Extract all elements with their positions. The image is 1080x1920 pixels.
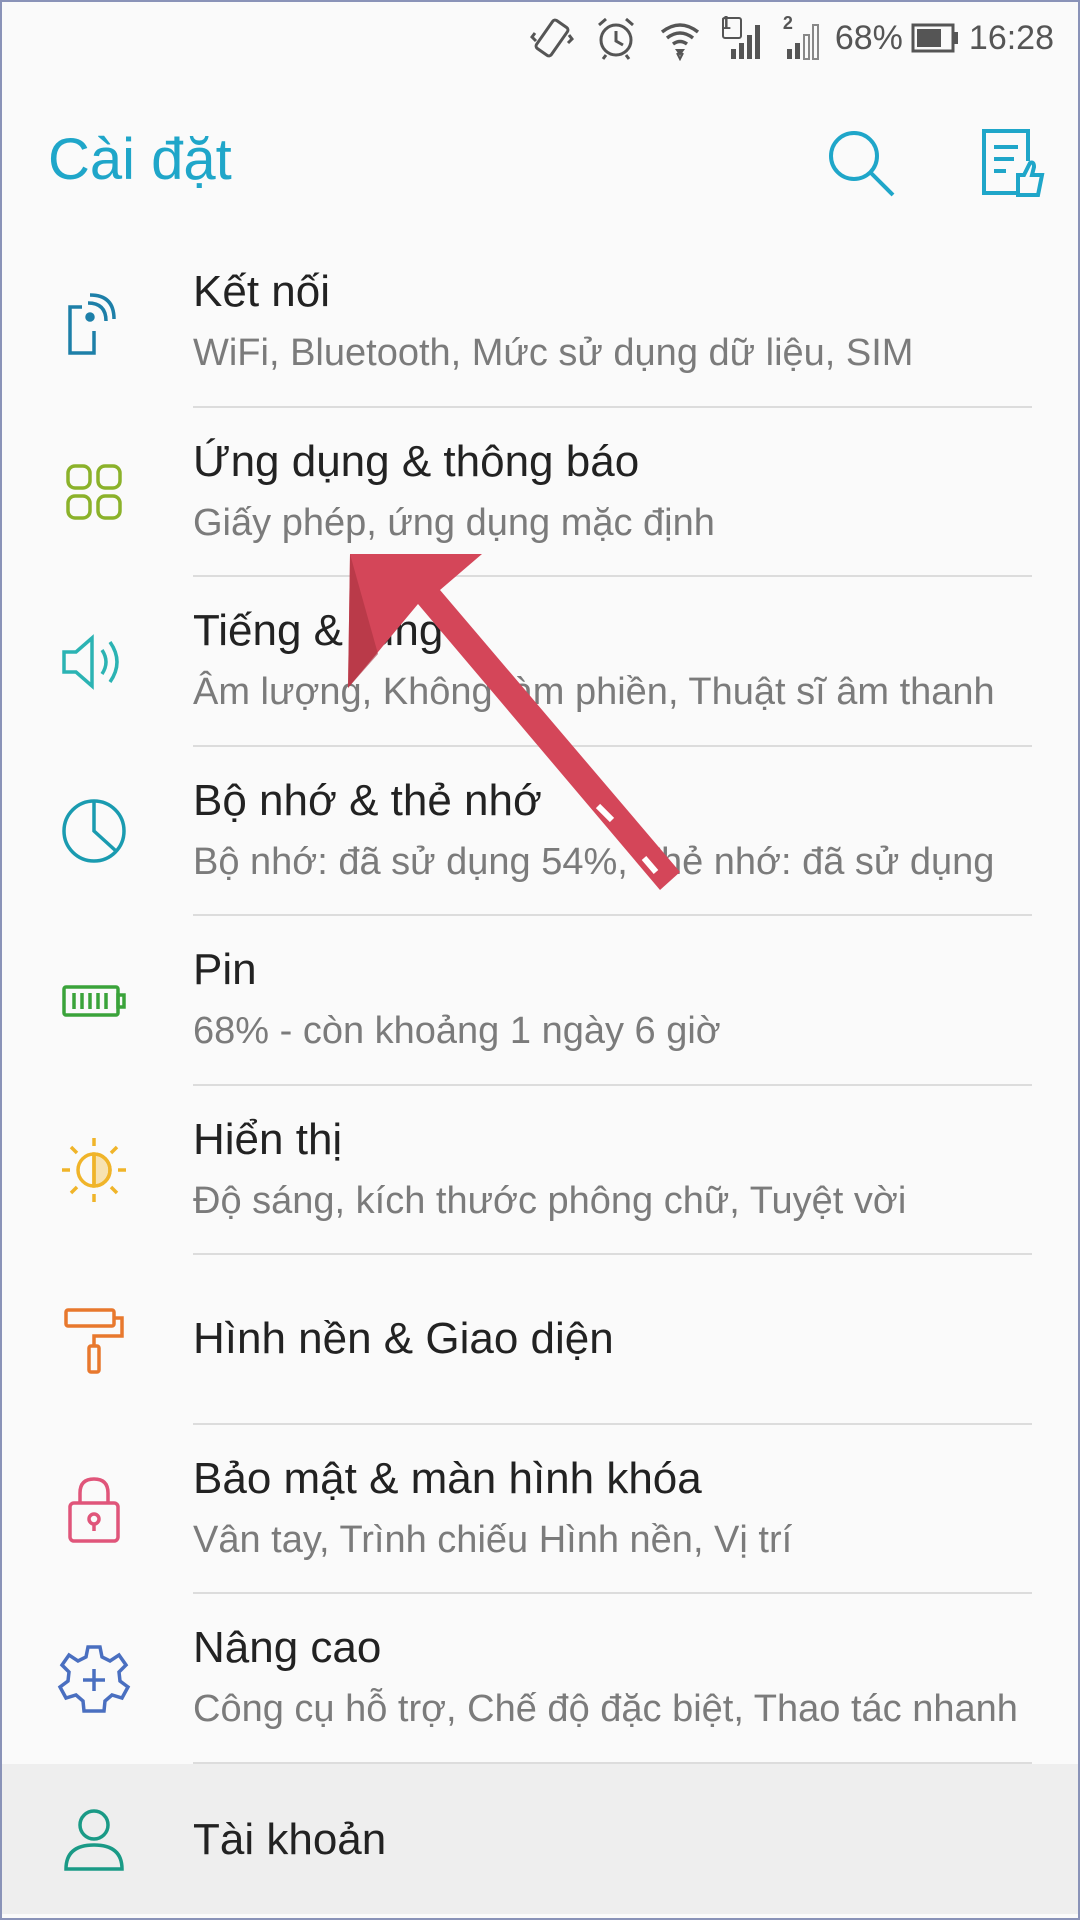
status-bar: 1 2 68% 16:28 <box>0 0 1080 76</box>
settings-item-subtitle: Độ sáng, kích thước phông chữ, Tuyệt vời <box>193 1179 907 1222</box>
lock-icon <box>54 1469 134 1549</box>
settings-item-title: Tài khoản <box>193 1814 387 1864</box>
settings-item-connection[interactable]: Kết nối WiFi, Bluetooth, Mức sử dụng dữ … <box>0 238 1080 408</box>
settings-item-display[interactable]: Hiển thị Độ sáng, kích thước phông chữ, … <box>0 1086 1080 1255</box>
gear-plus-icon <box>54 1639 134 1719</box>
paint-roller-icon <box>54 1300 134 1380</box>
connection-icon <box>54 283 134 363</box>
battery-icon <box>911 21 961 55</box>
settings-item-subtitle: Công cụ hỗ trợ, Chế độ đặc biệt, Thao tá… <box>193 1688 1018 1730</box>
feedback-icon <box>982 129 1045 197</box>
settings-item-title: Nâng cao <box>193 1623 382 1672</box>
vibrate-icon <box>529 15 575 61</box>
wifi-icon <box>657 15 703 61</box>
settings-item-title: Bộ nhớ & thẻ nhớ <box>193 775 542 825</box>
apps-grid-icon <box>54 452 134 532</box>
settings-list: Kết nối WiFi, Bluetooth, Mức sử dụng dữ … <box>0 238 1080 1914</box>
settings-item-title: Bảo mật & màn hình khóa <box>193 1453 702 1503</box>
storage-pie-icon <box>54 791 134 871</box>
brightness-icon <box>54 1130 134 1210</box>
search-icon <box>829 131 895 197</box>
account-icon <box>54 1799 134 1879</box>
signal-sim2-icon: 2 <box>783 13 827 61</box>
settings-item-subtitle: Bộ nhớ: đã sử dụng 54%, Thẻ nhớ: đã sử d… <box>193 840 995 883</box>
alarm-icon <box>593 15 639 61</box>
settings-item-subtitle: Vân tay, Trình chiếu Hình nền, Vị trí <box>193 1518 793 1561</box>
battery-icon <box>54 961 134 1041</box>
speaker-icon <box>54 622 134 702</box>
settings-item-title: Ứng dụng & thông báo <box>193 436 640 486</box>
settings-item-title: Pin <box>193 945 257 994</box>
settings-item-subtitle: Giấy phép, ứng dụng mặc định <box>193 501 715 544</box>
app-bar: Cài đặt <box>0 96 1080 216</box>
settings-item-security-lockscreen[interactable]: Bảo mật & màn hình khóa Vân tay, Trình c… <box>0 1425 1080 1594</box>
feedback-button[interactable] <box>966 118 1056 208</box>
settings-item-accounts[interactable]: Tài khoản <box>0 1763 1080 1914</box>
settings-item-wallpaper-theme[interactable]: Hình nền & Giao diện <box>0 1255 1080 1425</box>
clock: 16:28 <box>968 18 1054 57</box>
search-button[interactable] <box>816 118 906 208</box>
settings-item-title: Hiển thị <box>193 1114 343 1164</box>
battery-percent: 68% <box>834 18 903 57</box>
settings-item-battery[interactable]: Pin 68% - còn khoảng 1 ngày 6 giờ <box>0 916 1080 1086</box>
settings-item-advanced[interactable]: Nâng cao Công cụ hỗ trợ, Chế độ đặc biệt… <box>0 1594 1080 1764</box>
settings-item-subtitle: Âm lượng, Không làm phiền, Thuật sĩ âm t… <box>193 671 995 713</box>
settings-item-title: Tiếng & rung <box>193 606 444 655</box>
signal-sim1-icon: 1 <box>721 13 765 61</box>
settings-item-title: Kết nối <box>193 267 330 316</box>
settings-item-title: Hình nền & Giao diện <box>193 1314 614 1363</box>
settings-item-subtitle: 68% - còn khoảng 1 ngày 6 giờ <box>193 1010 721 1052</box>
settings-item-sound[interactable]: Tiếng & rung Âm lượng, Không làm phiền, … <box>0 577 1080 747</box>
page-title: Cài đặt <box>48 127 232 192</box>
settings-item-apps-notifications[interactable]: Ứng dụng & thông báo Giấy phép, ứng dụng… <box>0 408 1080 577</box>
settings-item-subtitle: WiFi, Bluetooth, Mức sử dụng dữ liệu, SI… <box>193 332 914 374</box>
settings-item-storage[interactable]: Bộ nhớ & thẻ nhớ Bộ nhớ: đã sử dụng 54%,… <box>0 747 1080 916</box>
